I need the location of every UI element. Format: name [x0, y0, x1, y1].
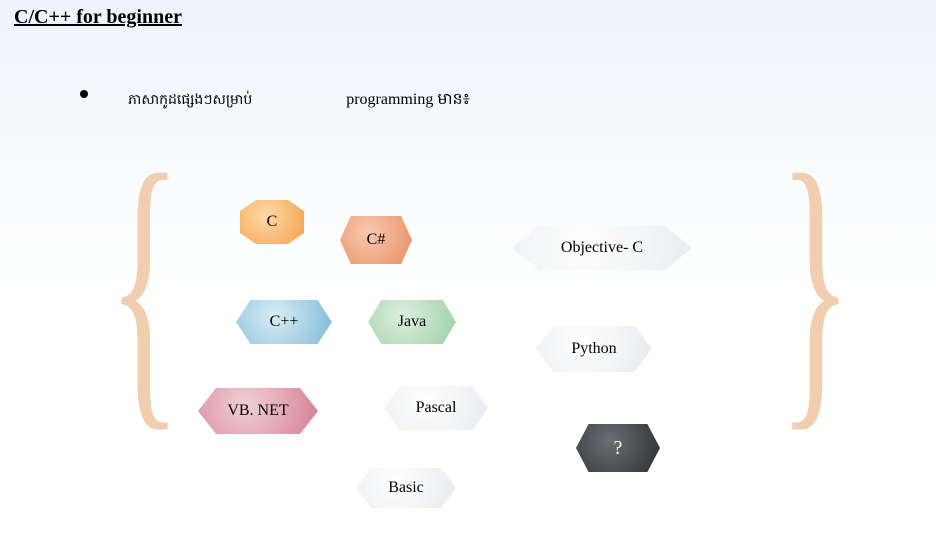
- label-c: C: [267, 213, 278, 231]
- shape-objc: Objective- C: [512, 226, 692, 270]
- label-pascal: Pascal: [416, 399, 457, 417]
- label-cpp: C++: [270, 313, 299, 331]
- bullet-text-2: programming មាន៖: [346, 91, 470, 108]
- shape-pascal: Pascal: [384, 386, 488, 430]
- shape-basic: Basic: [356, 468, 456, 508]
- shape-java: Java: [368, 300, 456, 344]
- label-python: Python: [571, 340, 616, 358]
- label-java: Java: [398, 313, 426, 331]
- diagram-stage: { } C C# Objective- C C++ Java Python VB…: [160, 180, 800, 520]
- left-brace-icon: {: [107, 130, 181, 440]
- shape-csharp: C#: [340, 216, 412, 264]
- shape-c: C: [240, 200, 304, 244]
- shape-python: Python: [536, 326, 652, 372]
- label-vbnet: VB. NET: [227, 402, 288, 420]
- bullet-text-1: ភាសាកូដផ្សេងៗសម្រាប់: [128, 93, 252, 108]
- label-csharp: C#: [367, 231, 386, 249]
- label-question: ?: [614, 437, 623, 460]
- label-objc: Objective- C: [561, 239, 643, 257]
- shape-cpp: C++: [236, 300, 332, 344]
- label-basic: Basic: [388, 479, 424, 497]
- right-brace-icon: }: [778, 130, 852, 440]
- shape-question: ?: [576, 424, 660, 472]
- bullet-line: ភាសាកូដផ្សេងៗសម្រាប់ programming មាន៖: [80, 88, 470, 112]
- shape-vbnet: VB. NET: [198, 388, 318, 434]
- page-title: C/C++ for beginner: [14, 6, 182, 29]
- bullet-icon: [80, 90, 88, 98]
